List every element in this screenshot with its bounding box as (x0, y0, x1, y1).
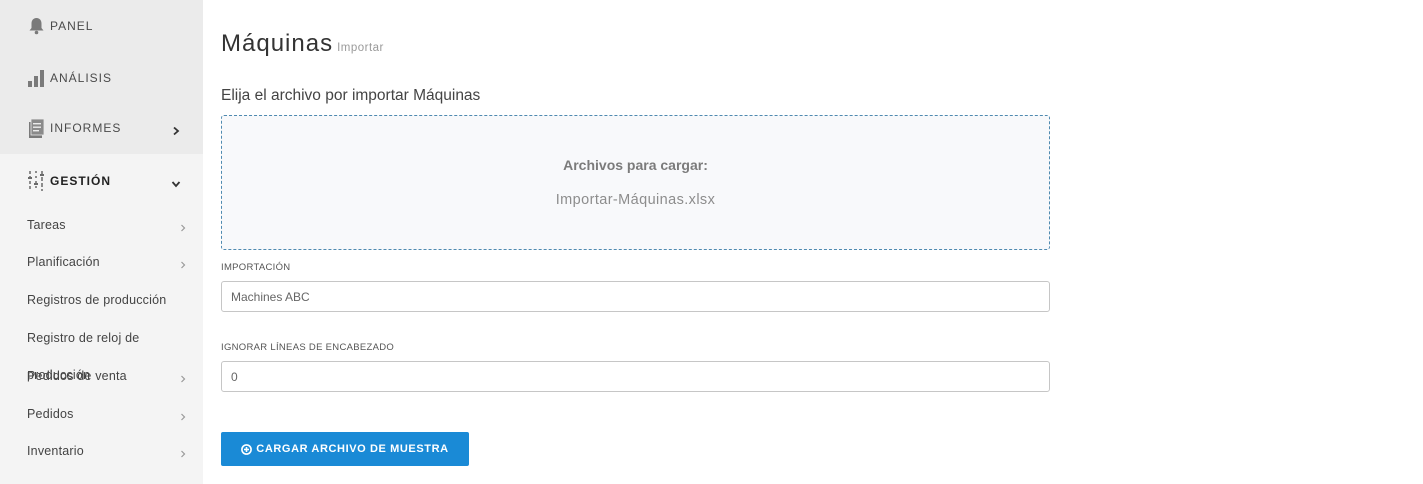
sidebar-subitem-tareas[interactable]: Tareas (27, 218, 187, 232)
skip-header-label: IGNORAR LÍNEAS DE ENCABEZADO (221, 342, 395, 353)
chevron-down-icon (171, 176, 181, 188)
file-dropzone[interactable]: Archivos para cargar: Importar-Máquinas.… (221, 115, 1050, 250)
sidebar-item-label: INFORMES (50, 121, 122, 135)
dropzone-file-name: Importar-Máquinas.xlsx (555, 192, 716, 208)
sidebar: PANEL ANÁLISIS INFORMES GESTIÓN Tareas P… (0, 0, 203, 484)
sidebar-item-informes[interactable]: INFORMES (0, 102, 203, 154)
chevron-right-icon (179, 410, 187, 421)
sidebar-item-label: ANÁLISIS (50, 71, 113, 85)
page-title: Máquinas Importar (221, 30, 384, 58)
sidebar-section-gestion[interactable]: GESTIÓN (0, 155, 203, 207)
chevron-right-icon (179, 221, 187, 232)
sidebar-subitem-label: Tareas (27, 218, 66, 232)
sidebar-subitem-registro-reloj[interactable]: Registro de reloj de (27, 331, 187, 345)
page-subtitle: Importar (337, 42, 384, 54)
sliders-icon (27, 171, 45, 191)
upload-sample-button-label: CARGAR ARCHIVO DE MUESTRA (256, 443, 449, 455)
app: PANEL ANÁLISIS INFORMES GESTIÓN Tareas P… (0, 0, 1423, 484)
sidebar-subitem-pedidos-venta[interactable]: Pedidos de venta (27, 369, 187, 383)
sidebar-item-analisis[interactable]: ANÁLISIS (0, 52, 203, 104)
sidebar-item-label: PANEL (50, 19, 94, 33)
sidebar-subitem-planificacion[interactable]: Planificación (27, 255, 187, 269)
upload-sample-button[interactable]: CARGAR ARCHIVO DE MUESTRA (221, 432, 469, 466)
sidebar-subitem-pedidos[interactable]: Pedidos (27, 407, 187, 421)
sidebar-subitem-label: Pedidos de venta (27, 369, 127, 383)
chevron-right-icon (171, 123, 181, 136)
sidebar-subitem-label: Inventario (27, 444, 84, 458)
choose-file-label: Elija el archivo por importar Máquinas (221, 87, 481, 104)
document-icon (27, 118, 45, 138)
bell-icon (27, 16, 45, 36)
sidebar-subitem-inventario[interactable]: Inventario (27, 444, 187, 458)
skip-header-field[interactable] (221, 361, 1050, 392)
import-field[interactable] (221, 281, 1050, 312)
main-content: Máquinas Importar Elija el archivo por im… (221, 0, 1050, 484)
chevron-right-icon (179, 372, 187, 383)
sidebar-subitem-label: Registro de reloj de (27, 331, 140, 345)
page-title-text: Máquinas (221, 30, 334, 57)
sidebar-subitem-label: Registros de producción (27, 293, 167, 307)
chevron-right-icon (179, 258, 187, 269)
sidebar-section-label: GESTIÓN (50, 174, 112, 188)
sidebar-subitem-label: Planificación (27, 255, 100, 269)
sidebar-subitem-label: Pedidos (27, 407, 74, 421)
bar-chart-icon (27, 68, 45, 88)
sidebar-item-panel[interactable]: PANEL (0, 0, 203, 52)
dropzone-title: Archivos para cargar: (563, 157, 708, 173)
chevron-right-icon (179, 447, 187, 458)
plus-circle-icon (241, 443, 253, 455)
import-label: IMPORTACIÓN (221, 262, 291, 273)
sidebar-subitem-registros-produccion[interactable]: Registros de producción (27, 293, 187, 307)
